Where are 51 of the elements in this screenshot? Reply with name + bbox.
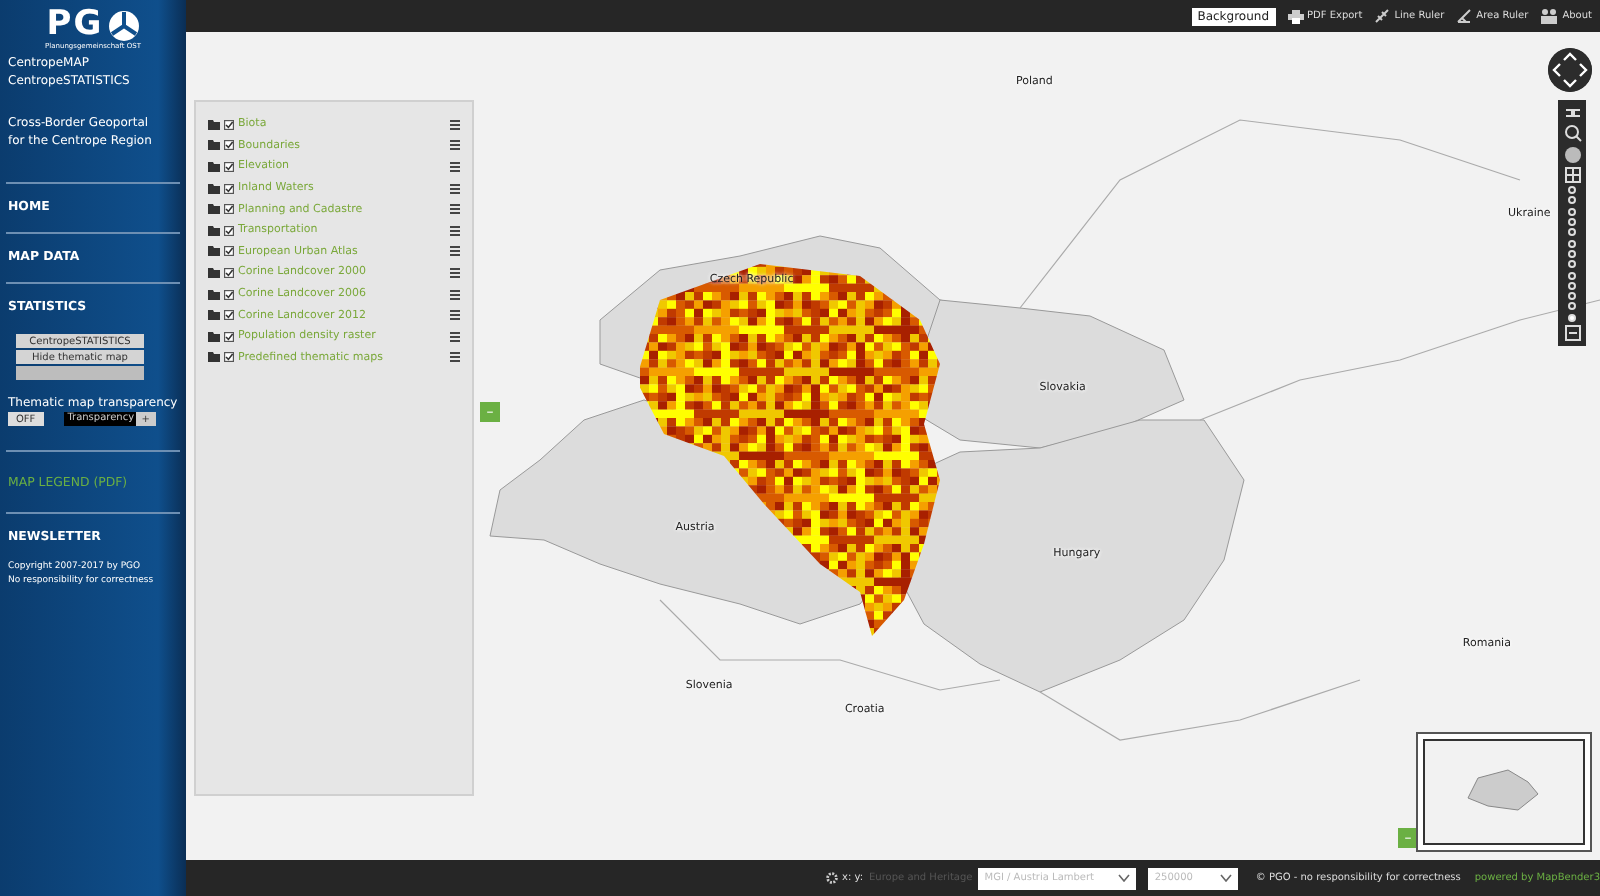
grid-icon[interactable] xyxy=(1563,165,1581,184)
layer-checkbox[interactable] xyxy=(224,267,234,278)
globe-icon[interactable] xyxy=(1563,145,1581,164)
layer-checkbox[interactable] xyxy=(224,183,234,194)
menu-icon[interactable] xyxy=(450,352,460,363)
layer-checkbox[interactable] xyxy=(224,310,234,321)
layer-checkbox[interactable] xyxy=(224,161,234,172)
zoom-level[interactable] xyxy=(1568,186,1576,195)
menu-icon[interactable] xyxy=(450,140,460,151)
zoom-level[interactable] xyxy=(1568,260,1576,269)
menu-icon[interactable] xyxy=(450,183,460,194)
zoom-level[interactable] xyxy=(1568,207,1576,216)
zoom-level[interactable] xyxy=(1568,313,1576,322)
caret-icon xyxy=(1219,874,1232,882)
layer-checkbox[interactable] xyxy=(224,331,234,342)
menu-icon[interactable] xyxy=(450,289,460,300)
zoom-level[interactable] xyxy=(1568,228,1576,237)
zoom-level[interactable] xyxy=(1568,239,1576,248)
zoom-level[interactable] xyxy=(1568,302,1576,311)
menu-icon[interactable] xyxy=(450,246,460,257)
layer-checkbox[interactable] xyxy=(224,225,234,236)
gear-icon xyxy=(826,872,838,884)
zoom-out-icon[interactable] xyxy=(1563,324,1581,343)
layer-checkbox[interactable] xyxy=(224,289,234,300)
menu-icon[interactable] xyxy=(450,267,460,278)
zoom-in-icon[interactable] xyxy=(1563,124,1581,143)
layer-checkbox[interactable] xyxy=(224,119,234,130)
pan-control-icon[interactable] xyxy=(1548,48,1592,92)
ruler-icon xyxy=(1374,8,1391,24)
zoom-level[interactable] xyxy=(1568,196,1576,205)
menu-icon[interactable] xyxy=(450,161,460,172)
logo-icon xyxy=(107,9,140,41)
menu-icon[interactable] xyxy=(450,119,460,130)
logo-text: PG xyxy=(46,8,104,42)
zoom-level[interactable] xyxy=(1568,271,1576,280)
menu-icon[interactable] xyxy=(450,331,460,342)
ruler-icon xyxy=(1456,8,1473,24)
zoom-level[interactable] xyxy=(1568,249,1576,258)
layer-checkbox[interactable] xyxy=(224,140,234,151)
zoom-level[interactable] xyxy=(1568,218,1576,227)
menu-icon[interactable] xyxy=(450,225,460,236)
people-icon xyxy=(1540,8,1559,24)
menu-icon[interactable] xyxy=(450,204,460,215)
caret-icon xyxy=(1118,874,1131,882)
menu-icon[interactable] xyxy=(450,310,460,321)
layer-checkbox[interactable] xyxy=(224,246,234,257)
printer-icon xyxy=(1287,9,1303,23)
zoom-level[interactable] xyxy=(1568,292,1576,301)
layer-checkbox[interactable] xyxy=(224,204,234,215)
layer-checkbox[interactable] xyxy=(224,352,234,363)
zoom-level[interactable] xyxy=(1568,281,1576,290)
